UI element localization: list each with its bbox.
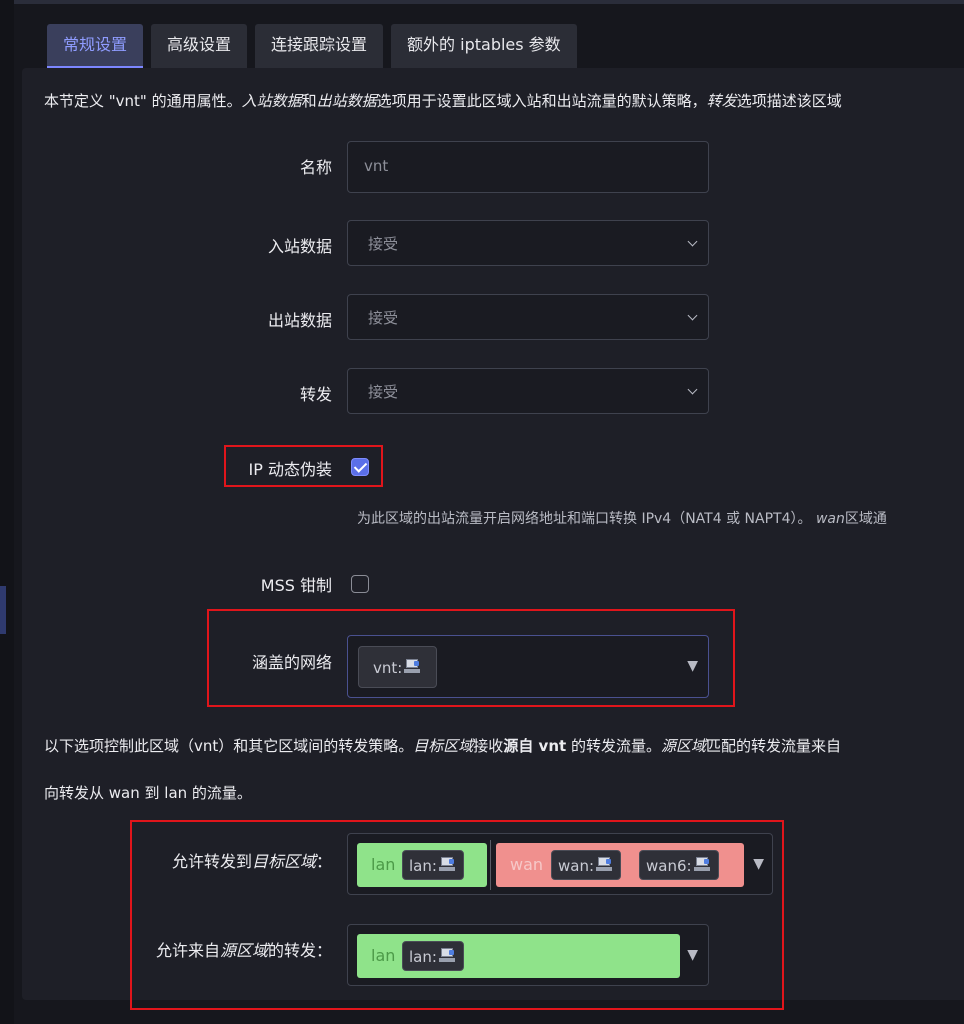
output-policy-label: 出站数据 bbox=[267, 311, 332, 330]
input-policy-value: 接受 bbox=[368, 235, 399, 253]
tab-conntrack-settings[interactable]: 连接跟踪设置 bbox=[255, 24, 384, 68]
forward-policy-select[interactable]: 接受 bbox=[347, 368, 709, 414]
network-interface-icon bbox=[693, 857, 712, 873]
forward-to-label: 允许转发到目标区域： bbox=[171, 852, 332, 871]
zone-badge-lan[interactable]: lan lan: bbox=[357, 843, 487, 887]
masquerade-hint: 为此区域的出站流量开启网络地址和端口转换 IPv4（NAT4 或 NAPT4）。… bbox=[357, 511, 887, 527]
network-chip-lan: lan: bbox=[402, 850, 464, 880]
masquerade-checkbox[interactable] bbox=[351, 458, 369, 476]
dropdown-arrow-icon: ▼ bbox=[687, 658, 698, 674]
chevron-down-icon bbox=[687, 310, 698, 321]
section-description: 本节定义 "vnt" 的通用属性。入站数据和出站数据选项用于设置此区域入站和出站… bbox=[44, 92, 842, 110]
tab-bar: 常规设置 高级设置 连接跟踪设置 额外的 iptables 参数 bbox=[47, 24, 577, 68]
forwarding-description-line2: 向转发从 wan 到 lan 的流量。 bbox=[44, 784, 252, 802]
forward-to-select[interactable]: lan lan: wan wan: wan6: ▼ bbox=[347, 833, 773, 895]
network-interface-icon bbox=[438, 857, 457, 873]
network-interface-icon bbox=[596, 857, 614, 873]
network-chip-wan6: wan6: bbox=[639, 850, 719, 880]
input-policy-select[interactable]: 接受 bbox=[347, 220, 709, 266]
covered-networks-label: 涵盖的网络 bbox=[251, 653, 332, 672]
output-policy-select[interactable]: 接受 bbox=[347, 294, 709, 340]
tab-general-settings[interactable]: 常规设置 bbox=[47, 24, 144, 68]
output-policy-value: 接受 bbox=[368, 309, 399, 327]
forwarding-description: 以下选项控制此区域（vnt）和其它区域间的转发策略。目标区域接收源自 vnt 的… bbox=[44, 737, 841, 755]
top-border bbox=[0, 0, 964, 4]
forward-from-label: 允许来自源区域的转发： bbox=[155, 941, 332, 960]
network-interface-icon bbox=[404, 659, 422, 675]
masquerade-label: IP 动态伪装 bbox=[248, 460, 332, 479]
input-policy-label: 入站数据 bbox=[267, 237, 332, 256]
network-interface-icon bbox=[438, 948, 457, 964]
zone-divider bbox=[490, 840, 491, 890]
tab-advanced-settings[interactable]: 高级设置 bbox=[151, 24, 248, 68]
name-input[interactable]: vnt bbox=[347, 141, 709, 193]
forward-policy-label: 转发 bbox=[299, 385, 332, 404]
sidebar-active-indicator bbox=[0, 586, 6, 634]
chevron-down-icon bbox=[687, 384, 698, 395]
covered-networks-select[interactable]: vnt: ▼ bbox=[347, 635, 709, 698]
zone-badge-wan[interactable]: wan wan: wan6: bbox=[496, 843, 744, 887]
network-chip-wan: wan: bbox=[551, 850, 622, 880]
mss-clamping-checkbox[interactable] bbox=[351, 575, 369, 593]
sidebar-edge bbox=[0, 0, 14, 1024]
mss-clamping-label: MSS 钳制 bbox=[260, 576, 332, 595]
dropdown-arrow-icon: ▼ bbox=[687, 947, 698, 963]
zone-badge-lan[interactable]: lan lan: bbox=[357, 934, 680, 978]
name-input-placeholder: vnt bbox=[364, 157, 389, 175]
forward-policy-value: 接受 bbox=[368, 383, 399, 401]
network-chip-vnt[interactable]: vnt: bbox=[358, 646, 438, 688]
dropdown-arrow-icon: ▼ bbox=[753, 856, 764, 872]
chevron-down-icon bbox=[687, 236, 698, 247]
network-chip-lan: lan: bbox=[402, 941, 464, 971]
forward-from-select[interactable]: lan lan: ▼ bbox=[347, 924, 709, 986]
tab-extra-iptables[interactable]: 额外的 iptables 参数 bbox=[391, 24, 577, 68]
name-label: 名称 bbox=[299, 158, 332, 177]
